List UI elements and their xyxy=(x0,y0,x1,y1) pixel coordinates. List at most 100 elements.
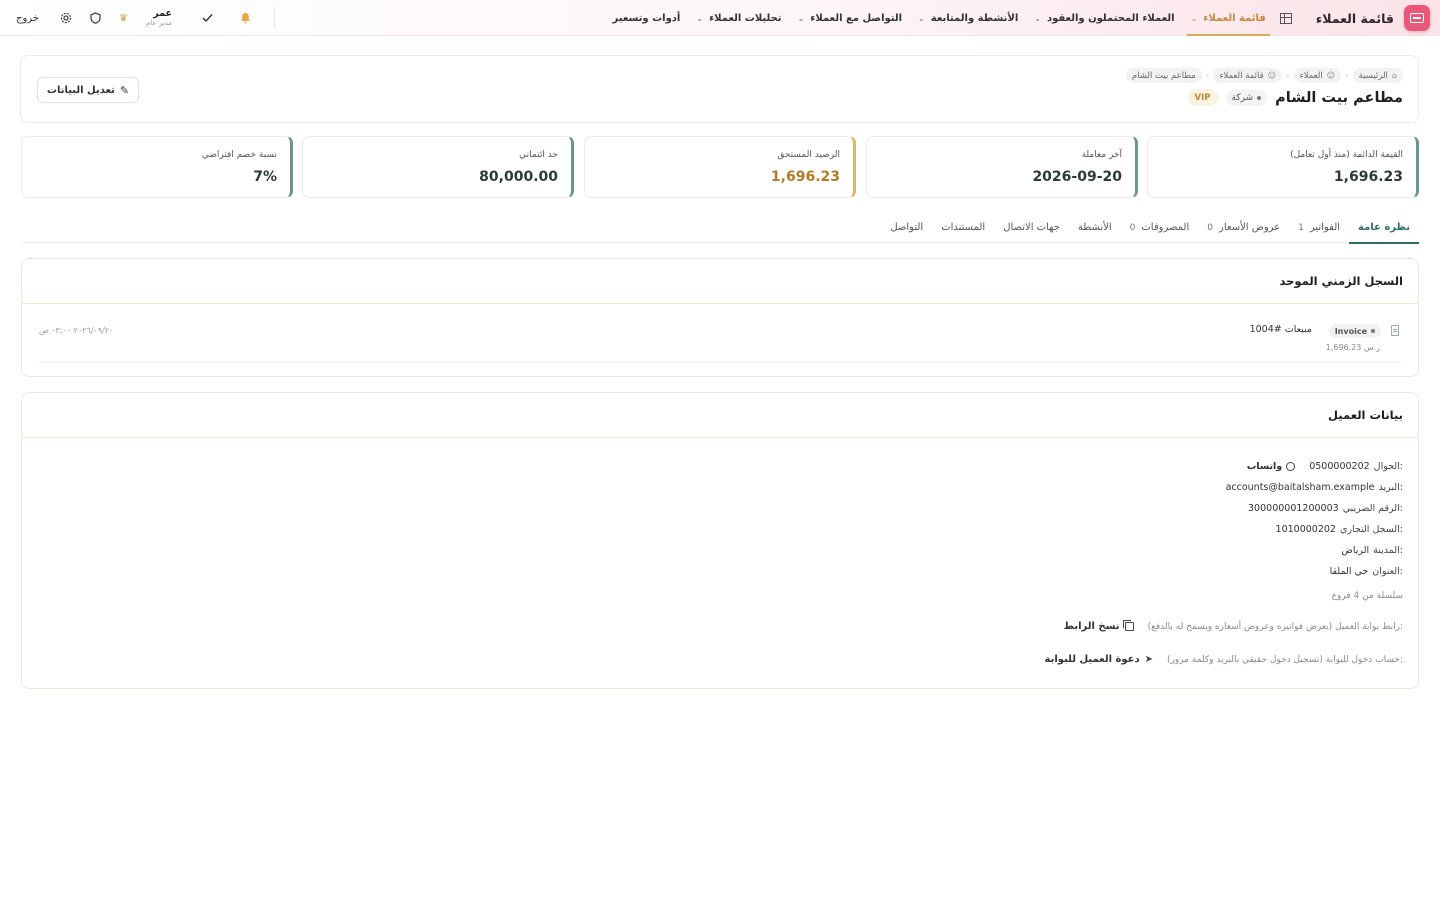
breadcrumb-item-customers[interactable]: ☺ العملاء xyxy=(1293,68,1342,83)
timeline-item[interactable]: Invoice مبيعات #1004 1,696.23 ر.س ٢٠٢٦/٠… xyxy=(37,321,1403,363)
send-icon: ➤ xyxy=(1144,654,1154,665)
nav-label: العملاء المحتملون والعقود xyxy=(1046,12,1175,24)
tab-communication[interactable]: التواصل xyxy=(881,212,932,243)
commercial-register-value: 1010000202 xyxy=(1275,524,1336,535)
tab-activities[interactable]: الأنشطة xyxy=(1069,212,1121,243)
nav-item-communication[interactable]: التواصل مع العملاء ⌄ xyxy=(790,0,910,36)
commercial-register-line: السجل التجاري: 1010000202 xyxy=(1276,524,1403,535)
tab-label: المصروفات xyxy=(1141,222,1190,233)
stat-label: الرصيد المستحق xyxy=(777,150,840,160)
top-bar-divider xyxy=(274,7,276,29)
stat-credit-limit: حد ائتماني 80,000.00 xyxy=(302,136,574,198)
edit-data-button[interactable]: ✎ تعديل البيانات xyxy=(37,77,139,103)
stat-value: 7% xyxy=(253,169,277,185)
copy-link-button[interactable]: نسخ الرابط xyxy=(1063,620,1134,632)
timeline-item-date: ٢٠٢٦/٠٩/٢٠ ٠٣:٠٠ ص xyxy=(39,326,114,335)
top-bar-main: قائمة العملاء قائمة العملاء ⌄ العملاء الم… xyxy=(605,0,1430,36)
whatsapp-button[interactable]: واتساب xyxy=(1247,461,1296,472)
breadcrumb-separator: ‹ xyxy=(1205,70,1210,81)
stat-label: القيمة الدائمة (منذ أول تعامل) xyxy=(1290,150,1403,160)
timeline-item-amount: 1,696.23 ر.س xyxy=(1325,343,1380,352)
apps-grid-icon[interactable] xyxy=(1279,12,1292,24)
status-dot xyxy=(1257,95,1262,100)
tax-number-line: الرقم الضريبي: 300000001200003 xyxy=(1248,503,1403,514)
customer-details-panel: بيانات العميل الجوال: 0500000202 واتساب … xyxy=(21,392,1419,689)
breadcrumb-label: العملاء xyxy=(1299,70,1323,81)
tab-overview[interactable]: نظرة عامة xyxy=(1349,212,1419,244)
vip-badge: VIP xyxy=(1187,89,1218,106)
panel-title: السجل الزمني الموحد xyxy=(1279,274,1404,288)
customer-type-badge: شركة xyxy=(1225,89,1268,106)
breadcrumb-separator: ‹ xyxy=(1286,70,1290,81)
main-nav: قائمة العملاء ⌄ العملاء المحتملون والعقود… xyxy=(605,0,1274,36)
chevron-down-icon: ⌄ xyxy=(918,13,925,23)
tab-label: الفواتير xyxy=(1309,222,1341,233)
tab-label: المستندات xyxy=(941,222,986,233)
chain-note-line: سلسلة من 4 فروع xyxy=(1332,591,1403,601)
stat-outstanding-balance: الرصيد المستحق 1,696.23 xyxy=(584,136,856,198)
pencil-icon: ✎ xyxy=(119,83,130,97)
page-title: مطاعم بيت الشام xyxy=(1275,89,1403,106)
nav-item-customers-list[interactable]: قائمة العملاء ⌄ xyxy=(1183,0,1274,36)
user-name: عمر xyxy=(153,7,173,19)
tax-number-value: 300000001200003 xyxy=(1248,503,1339,514)
panel-title: بيانات العميل xyxy=(1328,408,1403,422)
gear-icon[interactable] xyxy=(59,11,73,25)
mobile-value[interactable]: 0500000202 xyxy=(1309,461,1369,472)
crown-icon: ♛ xyxy=(118,12,128,24)
chevron-down-icon: ⌄ xyxy=(696,13,704,23)
user-menu[interactable]: عمر مدير عام xyxy=(146,9,172,28)
user-list-icon: ☺ xyxy=(1267,71,1277,80)
mobile-label: الجوال: xyxy=(1373,461,1403,472)
stat-lifetime-value: القيمة الدائمة (منذ أول تعامل) 1,696.23 xyxy=(1147,136,1419,198)
breadcrumb-item-customers-list[interactable]: ☺ قائمة العملاء xyxy=(1213,68,1283,83)
tab-expenses[interactable]: المصروفات 0 xyxy=(1121,212,1199,243)
invite-to-portal-button[interactable]: ➤ دعوة العميل للبوابة xyxy=(1045,654,1153,665)
breadcrumb-item-home[interactable]: ⌂ الرئيسية xyxy=(1352,68,1403,83)
unified-timeline-panel: السجل الزمني الموحد Invoice مبيعات #1004… xyxy=(21,258,1419,377)
nav-item-tools-pricing[interactable]: أدوات وتسعير xyxy=(605,0,689,36)
timeline-item-title[interactable]: مبيعات #1004 xyxy=(1250,324,1312,335)
app-logo[interactable] xyxy=(1404,5,1430,31)
whatsapp-icon xyxy=(1286,462,1296,471)
tab-contacts[interactable]: جهات الاتصال xyxy=(994,212,1069,243)
copy-link-label: نسخ الرابط xyxy=(1063,621,1120,632)
breadcrumb-separator: ‹ xyxy=(1345,70,1349,81)
tab-count: 1 xyxy=(1298,222,1304,233)
portal-link-note: رابط بوابة العميل (يعرض فواتيره وعروض أس… xyxy=(1147,621,1403,632)
app-logo-icon xyxy=(1410,13,1424,23)
stat-value: 2026-09-20 xyxy=(1032,169,1122,185)
status-dot xyxy=(1371,329,1375,333)
tab-quotes[interactable]: عروض الأسعار 0 xyxy=(1198,212,1289,243)
address-line: العنوان: حي الملقا xyxy=(1330,566,1403,577)
timeline-type-badge: Invoice xyxy=(1328,324,1381,338)
bell-icon[interactable] xyxy=(238,11,252,25)
email-line: البريد: accounts@baitalsham.example xyxy=(1226,482,1403,493)
shield-icon[interactable] xyxy=(89,11,103,25)
address-label: العنوان: xyxy=(1372,566,1403,577)
nav-item-activities[interactable]: الأنشطة والمتابعة ⌄ xyxy=(910,0,1026,36)
tab-count: 0 xyxy=(1207,222,1213,233)
chain-note: سلسلة من 4 فروع xyxy=(1331,591,1403,601)
document-icon xyxy=(1391,325,1399,336)
email-value[interactable]: accounts@baitalsham.example xyxy=(1226,482,1375,493)
stat-value: 1,696.23 xyxy=(770,169,840,185)
logout-button[interactable]: خروج xyxy=(16,13,39,24)
stat-label: حد ائتماني xyxy=(519,150,558,160)
chevron-down-icon: ⌄ xyxy=(1034,13,1041,23)
portal-account-note: حساب دخول للبوابة (تسجيل دخول حقيقي بالب… xyxy=(1167,654,1403,665)
nav-item-leads-contracts[interactable]: العملاء المحتملون والعقود ⌄ xyxy=(1026,0,1182,36)
title-row: مطاعم بيت الشام شركة VIP xyxy=(1187,89,1403,106)
breadcrumb-label: مطاعم بيت الشام xyxy=(1131,70,1196,81)
nav-item-analytics[interactable]: تحليلات العملاء ⌄ xyxy=(688,0,789,36)
city-label: المدينة: xyxy=(1373,545,1403,556)
address-value: حي الملقا xyxy=(1329,566,1369,577)
copy-icon xyxy=(1122,620,1134,631)
tab-documents[interactable]: المستندات xyxy=(932,212,994,243)
invite-to-portal-label: دعوة العميل للبوابة xyxy=(1044,654,1140,665)
check-icon[interactable] xyxy=(200,11,214,25)
edit-data-label: تعديل البيانات xyxy=(46,84,115,96)
tab-invoices[interactable]: الفواتير 1 xyxy=(1289,212,1349,243)
top-bar-utilities: خروج ♛ عمر مدير عام xyxy=(16,0,276,36)
tax-number-label: الرقم الضريبي: xyxy=(1342,503,1403,514)
